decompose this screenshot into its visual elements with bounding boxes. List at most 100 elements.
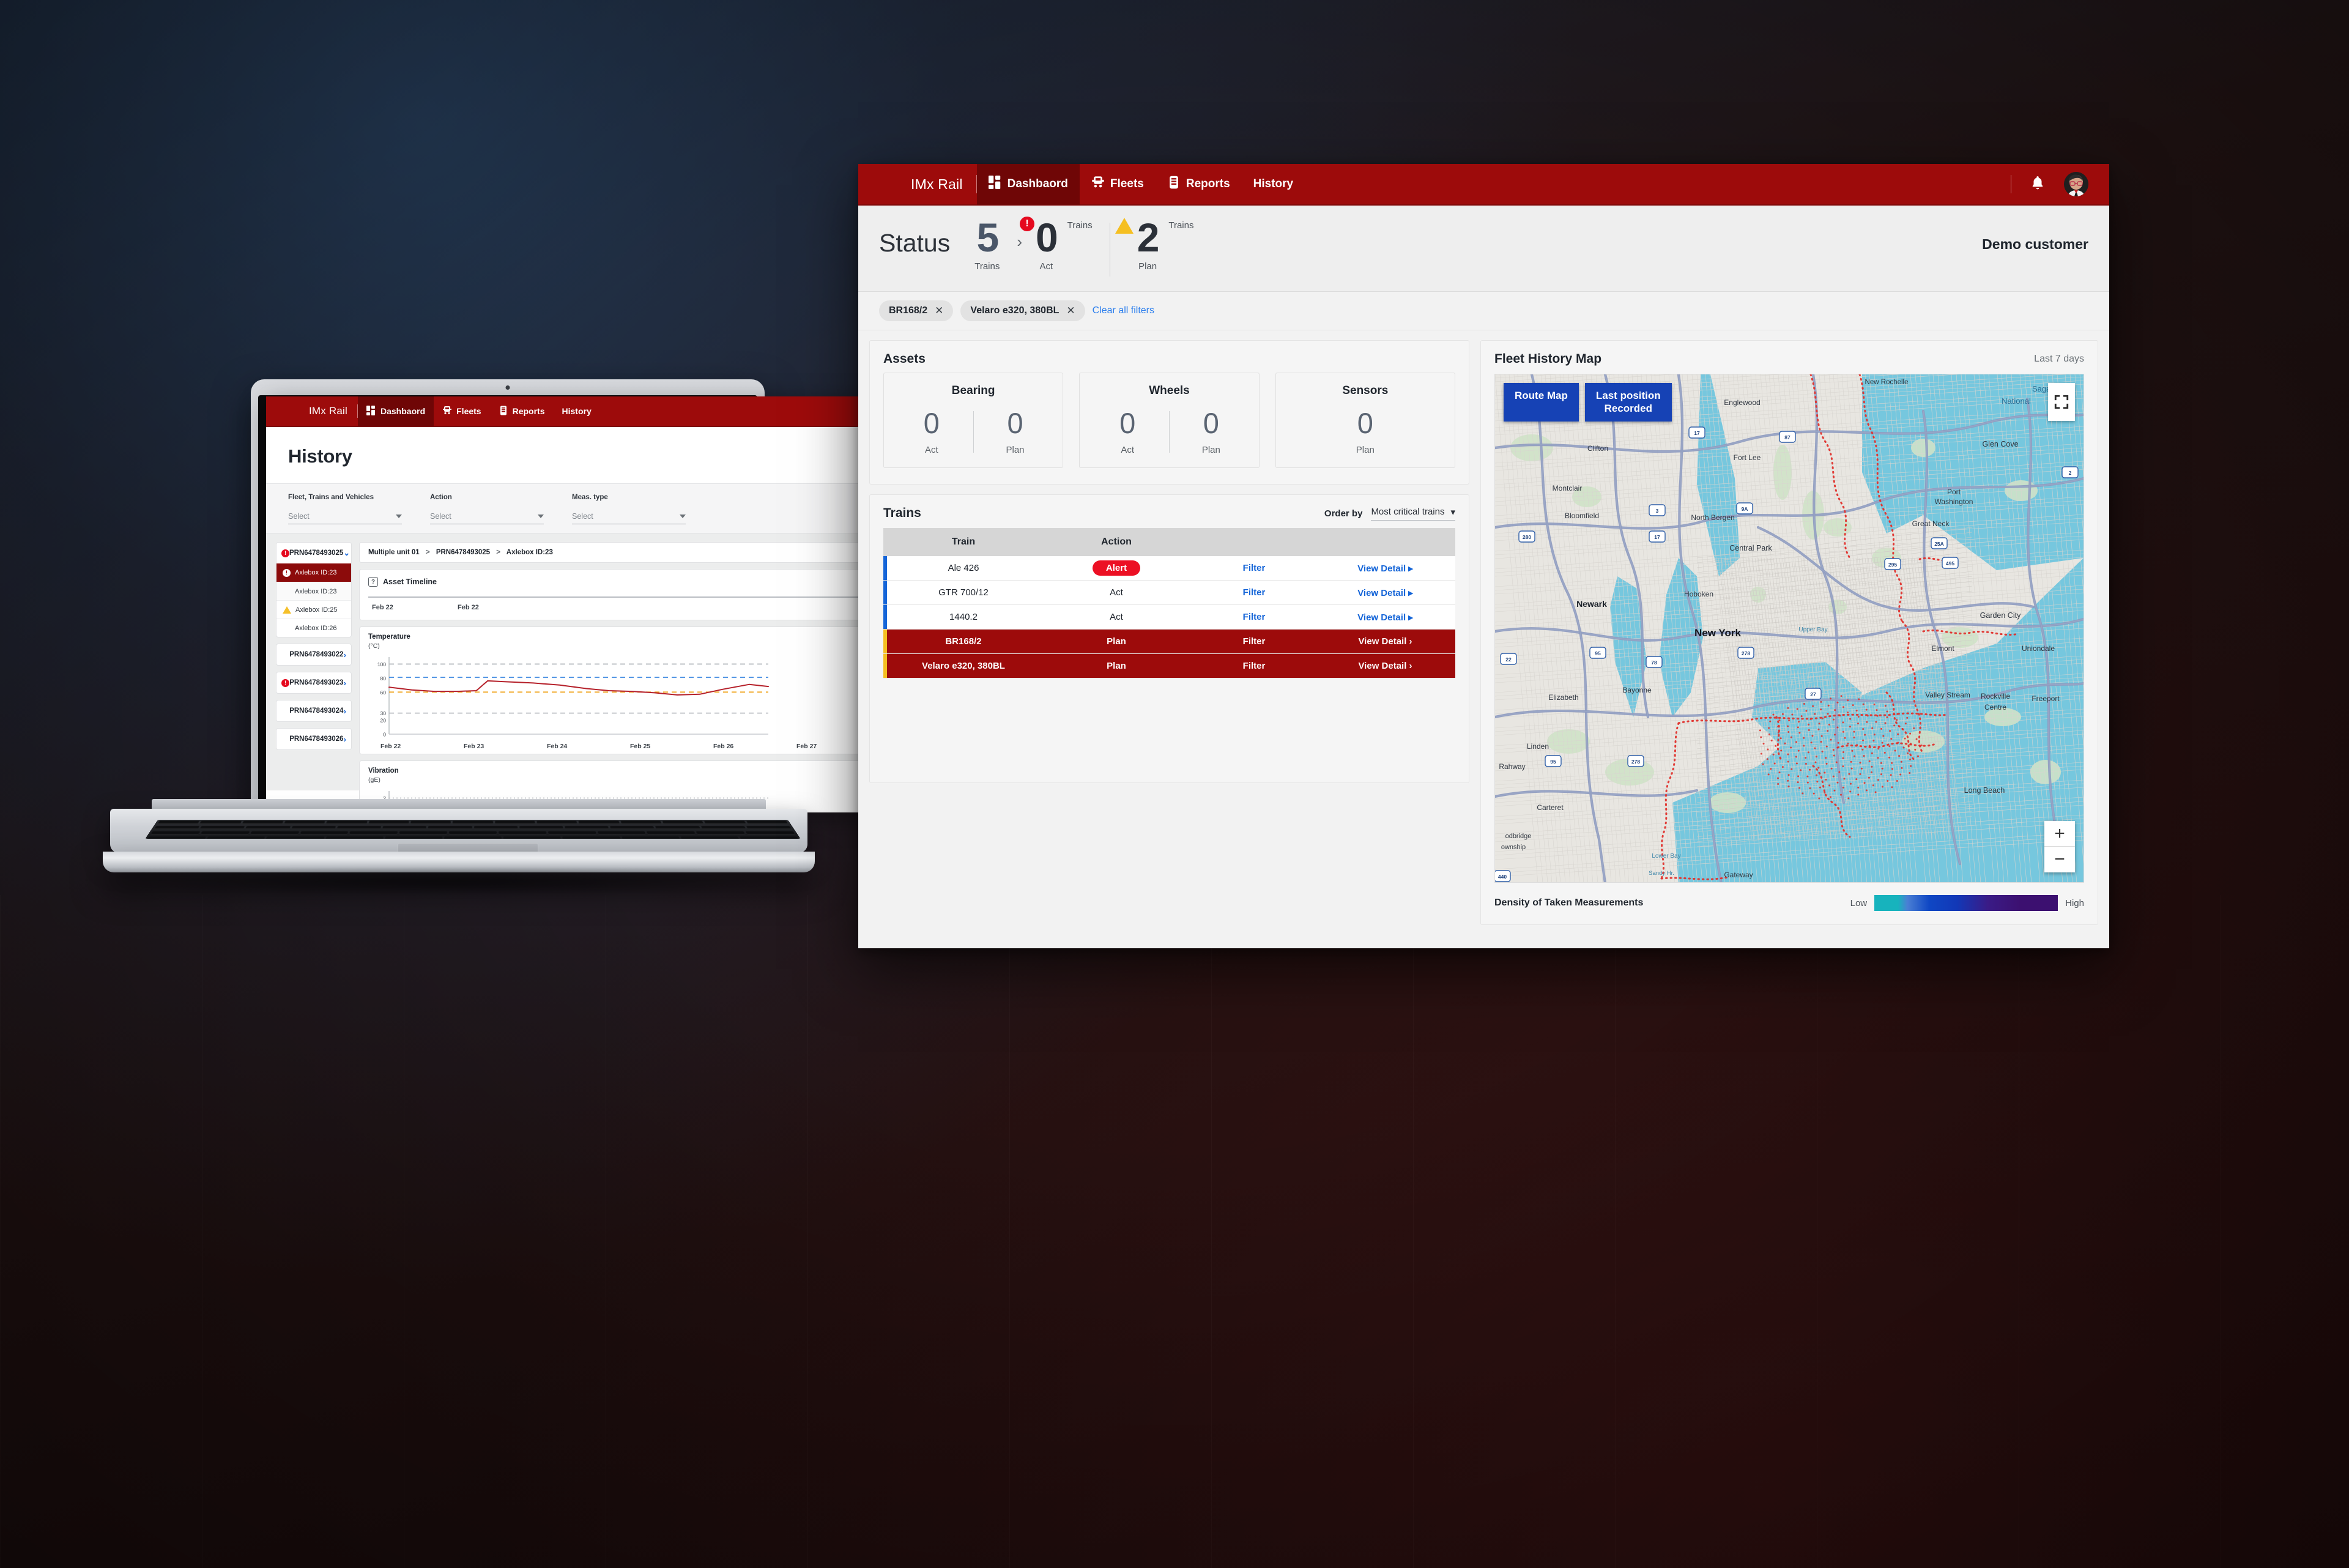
keyboard-row: [154, 820, 791, 825]
timeline-date-0: Feb 22: [372, 604, 393, 611]
nav-dashboard[interactable]: Dashbaord: [976, 164, 1080, 205]
nav-fleets[interactable]: Fleets: [1080, 164, 1156, 205]
asset-id: PRN6478493023: [289, 679, 344, 686]
list-item[interactable]: ! Axlebox ID:23: [276, 563, 351, 582]
column-header-train: Train: [951, 537, 976, 547]
kpi-value: 0: [1036, 215, 1058, 260]
filter-select-meas[interactable]: Select: [572, 512, 686, 524]
view-detail-link[interactable]: View Detail ▸: [1315, 612, 1455, 623]
view-detail-link[interactable]: View Detail ▸: [1315, 587, 1455, 598]
close-icon[interactable]: ✕: [1066, 305, 1075, 317]
laptop-shadow: [135, 870, 783, 894]
table-row[interactable]: 1440.2 Act Filter View Detail ▸: [883, 605, 1455, 630]
svg-text:Port: Port: [1947, 488, 1961, 496]
list-item[interactable]: PRN6478493022 ›: [276, 644, 351, 665]
view-detail-link[interactable]: View Detail ›: [1315, 636, 1455, 647]
nav-history[interactable]: History: [554, 396, 600, 426]
breadcrumb-item-1[interactable]: PRN6478493025: [436, 549, 490, 556]
metric-label: Act: [1121, 445, 1134, 455]
filter-link[interactable]: Filter: [1193, 661, 1315, 671]
filter-value: Select: [288, 512, 310, 521]
filter-chip-br168[interactable]: BR168/2 ✕: [879, 300, 954, 321]
asset-group-PRN6478493022[interactable]: PRN6478493022 ›: [276, 644, 352, 666]
svg-text:Englewood: Englewood: [1724, 398, 1760, 407]
table-row[interactable]: GTR 700/12 Act Filter View Detail ▸: [883, 581, 1455, 605]
asset-group-PRN6478493023[interactable]: ! PRN6478493023 ›: [276, 672, 352, 694]
asset-card-bearing[interactable]: Bearing 0 Act 0 Plan: [883, 373, 1064, 468]
breadcrumb-item-0[interactable]: Multiple unit 01: [368, 549, 420, 556]
breadcrumb-separator: >: [496, 549, 500, 556]
filter-select-fleet[interactable]: Select: [288, 512, 402, 524]
list-item[interactable]: ! PRN6478493023 ›: [276, 672, 351, 693]
zoom-out-button[interactable]: −: [2044, 847, 2075, 872]
svg-text:Garden City: Garden City: [1980, 611, 2021, 620]
clear-all-filters-link[interactable]: Clear all filters: [1093, 305, 1154, 316]
chart-ylabel: (gE): [368, 776, 380, 784]
list-item[interactable]: PRN6478493024 ›: [276, 700, 351, 721]
view-detail-link[interactable]: View Detail ▸: [1315, 563, 1455, 574]
svg-text:Gateway: Gateway: [1724, 871, 1753, 879]
temperature-xaxis: Feb 22 Feb 23 Feb 24 Feb 25 Feb 26 Feb 2…: [360, 741, 880, 754]
asset-metric-plan: 0 Plan: [974, 409, 1057, 455]
webcam-icon: [505, 385, 510, 390]
zoom-in-button[interactable]: +: [2044, 821, 2075, 847]
list-item[interactable]: Axlebox ID:26: [276, 619, 351, 637]
asset-timeline-title: Asset Timeline: [383, 578, 437, 586]
list-item[interactable]: Axlebox ID:23: [276, 582, 351, 600]
svg-text:25A: 25A: [1934, 541, 1944, 547]
svg-text:Elmont: Elmont: [1931, 644, 1954, 653]
filter-link[interactable]: Filter: [1193, 563, 1315, 573]
trains-header: Trains Order by Most critical trains ▾: [870, 495, 1469, 528]
svg-text:2: 2: [2069, 470, 2072, 476]
order-by-control[interactable]: Order by Most critical trains ▾: [1324, 507, 1455, 521]
svg-text:Glen Cove: Glen Cove: [1982, 440, 2018, 448]
filter-link[interactable]: Filter: [1193, 636, 1315, 647]
metric-label: Plan: [1201, 445, 1220, 455]
asset-group-PRN6478493026[interactable]: PRN6478493026 ›: [276, 728, 352, 750]
table-row[interactable]: Velaro e320, 380BL Plan Filter View Deta…: [883, 654, 1455, 678]
order-by-select[interactable]: Most critical trains ▾: [1371, 507, 1455, 521]
asset-card-values: 0 Act 0 Plan: [1086, 409, 1252, 455]
nav-fleets[interactable]: Fleets: [434, 396, 489, 426]
svg-text:9A: 9A: [1742, 506, 1748, 512]
nav-dashboard[interactable]: Dashbaord: [358, 396, 434, 426]
nav-reports[interactable]: Reports: [490, 396, 554, 426]
close-icon[interactable]: ✕: [935, 305, 943, 317]
dashboard-icon: [366, 405, 376, 417]
list-item[interactable]: Axlebox ID:25: [276, 600, 351, 619]
filter-select-action[interactable]: Select: [430, 512, 544, 524]
view-detail-link[interactable]: View Detail ›: [1315, 661, 1455, 671]
asset-group-PRN6478493024[interactable]: PRN6478493024 ›: [276, 700, 352, 722]
nav-reports[interactable]: Reports: [1156, 164, 1242, 205]
error-badge-icon: !: [283, 568, 291, 577]
svg-text:280: 280: [1523, 534, 1531, 540]
map-canvas[interactable]: 280 17 3 9A 87 95 78 22 278 95 278 440 27 295 25A 495 17…: [1494, 374, 2084, 883]
asset-card-sensors[interactable]: Sensors 0 Plan: [1275, 373, 1455, 468]
table-row[interactable]: BR168/2 Plan Filter View Detail ›: [883, 630, 1455, 654]
breadcrumb-item-2[interactable]: Axlebox ID:23: [507, 549, 553, 556]
chevron-down-icon: ⌄: [343, 548, 351, 557]
route-map-button[interactable]: Route Map: [1504, 383, 1579, 422]
filter-link[interactable]: Filter: [1193, 587, 1315, 598]
user-avatar[interactable]: [2064, 172, 2088, 196]
help-icon[interactable]: ?: [368, 577, 378, 587]
svg-text:Upper Bay: Upper Bay: [1798, 626, 1827, 633]
error-badge-icon: !: [281, 678, 289, 687]
filter-chip-velaro[interactable]: Velaro e320, 380BL ✕: [960, 300, 1085, 321]
asset-card-wheels[interactable]: Wheels 0 Act 0 Plan: [1079, 373, 1260, 468]
svg-text:North Bergen: North Bergen: [1691, 513, 1734, 522]
asset-metric-act: 0 Act: [1086, 409, 1169, 455]
bell-icon[interactable]: [2030, 175, 2046, 194]
brand-label: IMx Rail: [911, 176, 963, 192]
table-row[interactable]: Ale 426 Alert Filter View Detail ▸: [883, 556, 1455, 581]
list-item[interactable]: PRN6478493026 ›: [276, 729, 351, 749]
nav-history[interactable]: History: [1242, 164, 1305, 205]
column-header-action: Action: [1101, 537, 1132, 547]
fleet-history-map-panel: Fleet History Map Last 7 days 280 17 3 9A 87…: [1480, 340, 2098, 925]
fullscreen-icon[interactable]: [2048, 383, 2075, 421]
filter-link[interactable]: Filter: [1193, 612, 1315, 622]
report-icon: [499, 406, 508, 417]
list-item[interactable]: ! PRN6478493025 ⌄: [276, 543, 351, 563]
filter-meas-type: Meas. type Select: [572, 494, 686, 524]
last-position-recorded-button[interactable]: Last position Recorded: [1584, 383, 1672, 422]
